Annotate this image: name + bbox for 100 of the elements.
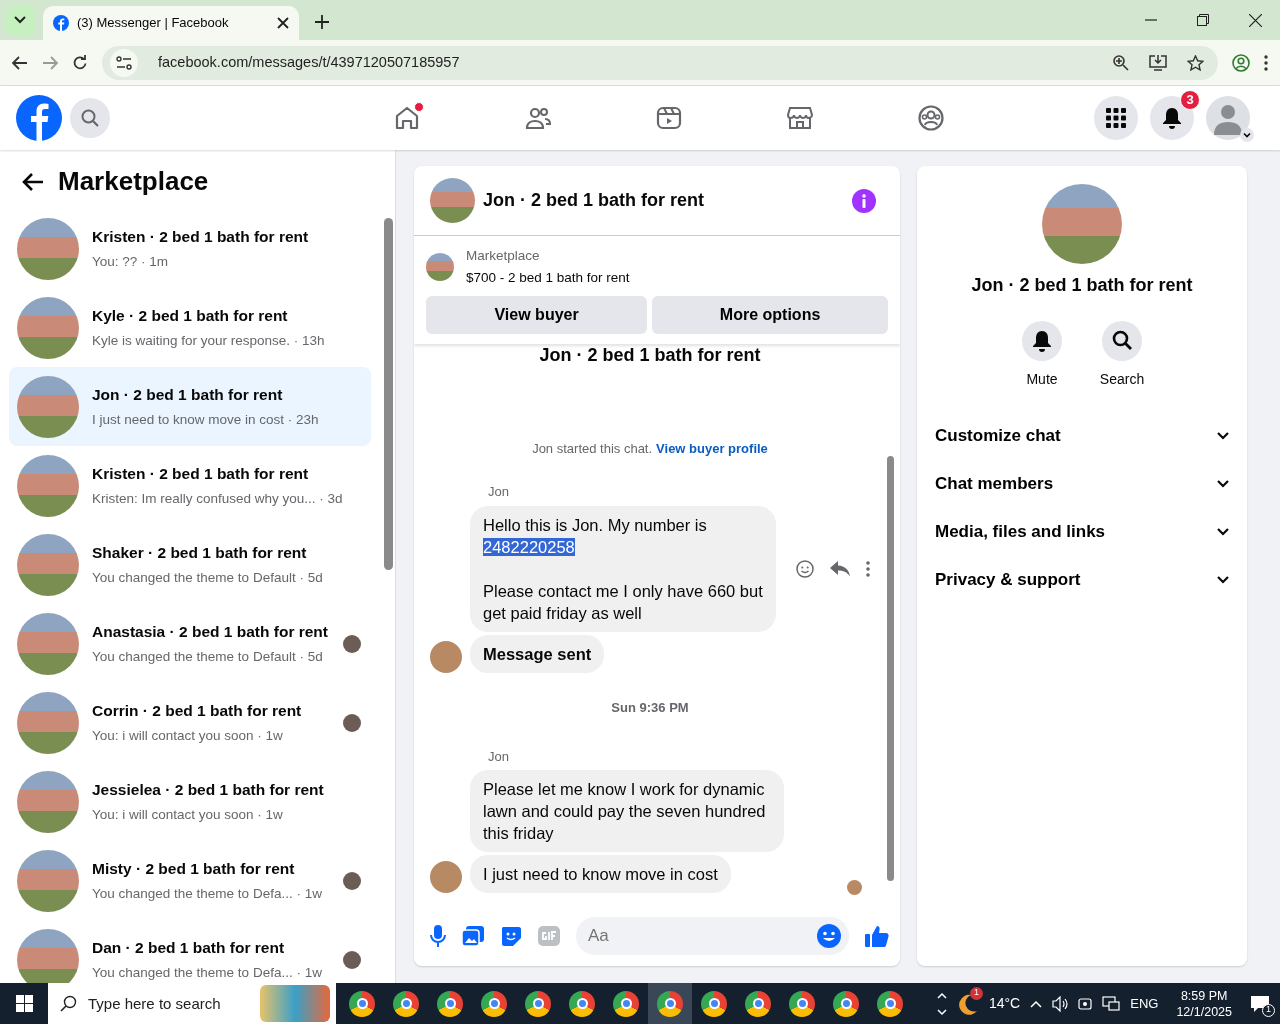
close-icon[interactable]	[1249, 13, 1262, 27]
conversation-title: Jon · 2 bed 1 bath for rent	[92, 385, 284, 406]
grid-menu-icon	[1106, 108, 1126, 128]
message-preview: Kristen: Im really confused why you... · 3d	[92, 489, 344, 508]
conversation-item[interactable]: Misty · 2 bed 1 bath for rent You changed the theme to Defa... · 1w	[9, 841, 371, 920]
info-icon[interactable]	[852, 188, 876, 213]
message-field[interactable]: Aa	[576, 916, 849, 955]
system-message: Jon started this chat.	[532, 440, 653, 456]
seen-avatar	[343, 634, 361, 653]
settings-section[interactable]: Privacy & support	[917, 556, 1247, 604]
message-preview: Kyle is waiting for your response. · 13h	[92, 331, 326, 350]
scrollbar-thumb[interactable]	[384, 218, 393, 570]
notification-dot	[414, 102, 424, 112]
listing-photo-placeholder	[430, 178, 475, 223]
conversation-item[interactable]: Kyle · 2 bed 1 bath for rent Kyle is waiting for your response. · 13h	[9, 288, 371, 367]
conversation-title: Misty · 2 bed 1 bath for rent	[92, 859, 296, 880]
chevron-down-icon	[14, 16, 26, 24]
chevron-up-icon[interactable]	[1030, 999, 1043, 1008]
tab-list-button[interactable]	[5, 5, 35, 35]
windows-logo-icon	[15, 995, 33, 1012]
sender-avatar	[430, 861, 462, 893]
bell-icon	[1162, 107, 1182, 129]
more-options-button[interactable]: More options	[652, 295, 888, 334]
install-app-icon[interactable]	[1149, 54, 1167, 71]
microphone-icon[interactable]	[430, 924, 446, 947]
forward-arrow-icon[interactable]	[42, 55, 58, 70]
new-tab-icon[interactable]	[315, 15, 329, 29]
view-profile-link[interactable]: View buyer profile	[656, 440, 768, 456]
people-circle-icon	[917, 104, 945, 132]
message-text: 2482220258	[483, 537, 575, 556]
search-highlight-drawing	[260, 985, 330, 1022]
listing-photo-placeholder	[17, 928, 79, 983]
bell-icon	[1032, 330, 1052, 352]
message-preview: I just need to know move in cost · 23h	[92, 410, 320, 429]
back-arrow-icon[interactable]	[22, 172, 44, 191]
sender-name: Jon	[488, 483, 510, 501]
restore-icon[interactable]	[1197, 14, 1209, 26]
facebook-logo-icon[interactable]	[16, 95, 62, 141]
message-preview: You changed the theme to Default · 5d	[92, 568, 324, 587]
conversation-item[interactable]: Jessielea · 2 bed 1 bath for rent You: i will contact you soon · 1w	[9, 762, 371, 841]
conversation-title: Kristen · 2 bed 1 bath for rent	[92, 464, 310, 485]
conversation-title: Jessielea · 2 bed 1 bath for rent	[92, 780, 325, 801]
conversation-item[interactable]: Corrin · 2 bed 1 bath for rent You: i will contact you soon · 1w	[9, 683, 371, 762]
site-settings-icon[interactable]	[116, 55, 132, 70]
notifications-button[interactable]	[1150, 96, 1194, 140]
emoji-icon[interactable]	[817, 923, 841, 948]
clock-time: 8:59 PM	[1179, 987, 1229, 1004]
search-icon	[1112, 330, 1132, 352]
settings-section[interactable]: Chat members	[917, 460, 1247, 508]
smiley-icon[interactable]	[796, 559, 814, 578]
chat-title: Jon · 2 bed 1 bath for rent	[971, 275, 1193, 295]
sender-avatar	[430, 640, 462, 673]
language-indicator[interactable]: ENG	[1130, 993, 1159, 1014]
settings-section[interactable]: Customize chat	[917, 412, 1247, 460]
view-buyer-button[interactable]: View buyer	[426, 295, 648, 334]
network-icon[interactable]	[1102, 995, 1121, 1012]
listing-photo-placeholder	[426, 253, 454, 282]
message-text: Please contact me I only have 660 but get paid friday as well	[483, 581, 763, 622]
search-button[interactable]	[1102, 321, 1142, 361]
temperature: 14°C	[988, 994, 1021, 1013]
conversation-item[interactable]: Anastasia · 2 bed 1 bath for rent You changed the theme to Default · 5d	[9, 604, 371, 683]
message-text: I just need to know move in cost	[483, 865, 718, 883]
listing-title: $700 - 2 bed 1 bath for rent	[466, 269, 630, 288]
clock-date: 12/1/2025	[1176, 1003, 1232, 1020]
sender-name: Jon	[488, 747, 510, 766]
photo-icon[interactable]	[462, 925, 484, 946]
scrollbar-thumb[interactable]	[887, 455, 894, 881]
tab-title: (3) Messenger | Facebook	[77, 14, 230, 33]
timestamp: Sun 9:36 PM	[611, 699, 689, 715]
zoom-in-icon[interactable]	[1113, 54, 1129, 71]
chrome-icon[interactable]	[648, 983, 692, 1024]
conversation-item[interactable]: Kristen · 2 bed 1 bath for rent Kristen: Im really confused why you... · 3d	[9, 446, 371, 525]
thumbs-up-icon[interactable]	[865, 923, 889, 948]
conversation-item[interactable]: Kristen · 2 bed 1 bath for rent You: ?? · 1m	[9, 209, 371, 288]
sticker-icon[interactable]	[500, 924, 522, 947]
notification-center-icon[interactable]	[1250, 994, 1270, 1013]
conversation-title: Dan · 2 bed 1 bath for rent	[92, 938, 286, 959]
conversation-item[interactable]: Jon · 2 bed 1 bath for rent I just need to know move in cost · 23h	[9, 367, 371, 446]
message-preview: You changed the theme to Defa... · 1w	[92, 963, 323, 982]
browser-tab[interactable]: (3) Messenger | Facebook	[43, 6, 299, 40]
seen-avatar	[847, 880, 862, 895]
message-preview: You: ?? · 1m	[92, 252, 170, 271]
settings-section[interactable]: Media, files and links	[917, 508, 1247, 556]
search-icon	[81, 109, 99, 127]
reload-icon[interactable]	[72, 54, 88, 71]
conversation-item[interactable]: Shaker · 2 bed 1 bath for rent You changed the theme to Default · 5d	[9, 525, 371, 604]
camera-icon[interactable]	[1078, 995, 1093, 1012]
mute-button[interactable]	[1022, 321, 1062, 361]
menu-button[interactable]	[1094, 96, 1138, 140]
profile-icon[interactable]	[1232, 53, 1250, 72]
reply-icon[interactable]	[830, 560, 850, 577]
close-icon[interactable]	[277, 17, 289, 29]
star-icon[interactable]	[1187, 54, 1204, 71]
more-vertical-icon[interactable]	[1264, 54, 1268, 71]
more-vertical-icon[interactable]	[866, 560, 870, 577]
message-text: Please let me know I work for dynamic lawn and could pay the seven hundred this friday	[483, 780, 766, 842]
seen-avatar	[343, 871, 361, 890]
back-arrow-icon[interactable]	[12, 55, 28, 70]
conversation-title: Anastasia · 2 bed 1 bath for rent	[92, 622, 329, 643]
speaker-icon[interactable]	[1052, 995, 1069, 1012]
